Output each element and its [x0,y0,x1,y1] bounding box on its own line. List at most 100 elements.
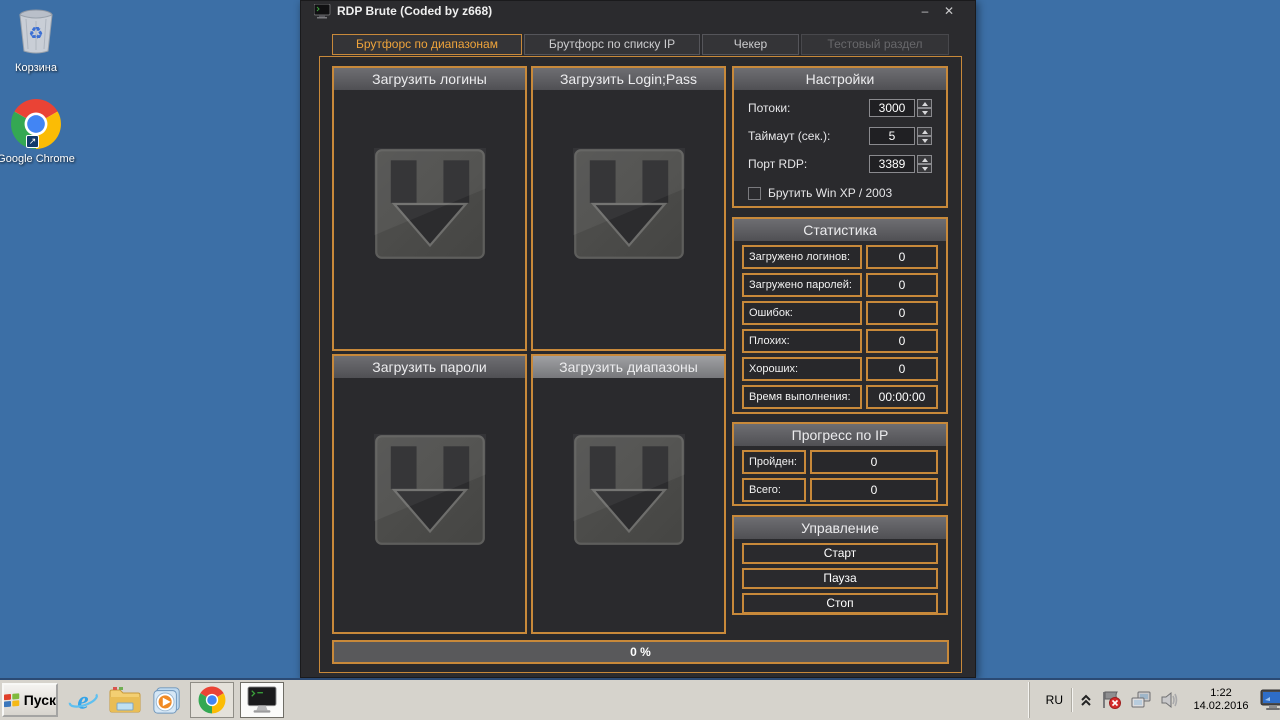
load-loginpass-droparea[interactable] [533,90,724,349]
overall-progress-bar: 0 % [332,640,949,664]
taskbar-chrome-button[interactable] [190,682,234,718]
ip-progress-label: Пройден: [742,450,806,474]
stop-button[interactable]: Стоп [742,593,938,614]
stat-label: Ошибок: [742,301,862,325]
recycle-symbol-icon: ♻ [28,24,44,43]
panel-load-loginpass: Загрузить Login;Pass [531,66,726,351]
stat-label: Загружено паролей: [742,273,862,297]
folder-icon [109,687,141,713]
download-icon [572,433,685,545]
tray-clock[interactable]: 1:22 14.02.2016 [1190,687,1252,713]
hide-icons-chevron-icon[interactable] [1080,693,1092,707]
minimize-button[interactable]: – [915,2,935,20]
timeout-label: Таймаут (сек.): [748,129,831,143]
stat-label: Хороших: [742,357,862,381]
tab-bar: Брутфорс по диапазонам Брутфорс по списк… [332,34,949,55]
brute-winxp-label: Брутить Win XP / 2003 [768,186,893,200]
network-status-icon[interactable] [1130,690,1152,710]
panel-load-logins: Загрузить логины [332,66,527,351]
start-button-label: Пуск [23,692,56,708]
statistics-header: Статистика [734,219,946,241]
spin-down-icon[interactable] [917,164,932,173]
tray-divider [1071,688,1072,712]
ip-progress-row: Пройден: 0 [742,450,938,474]
threads-input[interactable] [869,99,915,117]
desktop-icon-google-chrome[interactable]: ↗ Google Chrome [0,98,80,166]
spin-down-icon[interactable] [917,136,932,145]
panel-load-passwords: Загрузить пароли [332,354,527,634]
stat-row: Хороших: 0 [742,357,938,381]
load-logins-button[interactable]: Загрузить логины [334,68,525,90]
chrome-icon [198,686,226,714]
stat-label: Загружено логинов: [742,245,862,269]
desktop: ♻ Корзина ↗ Google Chrome RDP Brute (Cod… [0,0,1280,720]
spin-up-icon[interactable] [917,99,932,108]
desktop-icon-label: Корзина [15,62,57,74]
ip-progress-value: 0 [810,450,938,474]
svg-text:e: e [77,686,88,714]
load-ranges-button[interactable]: Загрузить диапазоны [533,356,724,378]
panel-statistics: Статистика Загружено логинов: 0 Загружено… [732,217,948,414]
panel-ip-progress: Прогресс по IP Пройден: 0 Всего: 0 [732,422,948,506]
spin-up-icon[interactable] [917,155,932,164]
panel-controls: Управление Старт Пауза Стоп [732,515,948,615]
stat-value: 0 [866,357,938,381]
title-bar[interactable]: RDP Brute (Coded by z668) – ✕ [301,1,975,23]
load-ranges-droparea[interactable] [533,378,724,632]
start-button[interactable]: Старт [742,543,938,564]
pause-button[interactable]: Пауза [742,568,938,589]
window-title: RDP Brute (Coded by z668) [337,4,493,18]
settings-header: Настройки [734,68,946,90]
media-player-icon [153,687,180,714]
controls-header: Управление [734,517,946,539]
taskbar-rdp-brute-button[interactable] [240,682,284,718]
threads-stepper [917,99,932,117]
tab-test-section: Тестовый раздел [801,34,949,55]
stat-value: 0 [866,245,938,269]
windows-logo-icon [4,693,20,708]
ip-progress-row: Всего: 0 [742,478,938,502]
tab-brute-ip-list[interactable]: Брутфорс по списку IP [524,34,700,55]
timeout-input[interactable] [869,127,915,145]
stat-label: Время выполнения: [742,385,862,409]
stat-row: Время выполнения: 00:00:00 [742,385,938,409]
stat-value: 0 [866,329,938,353]
stat-row: Загружено паролей: 0 [742,273,938,297]
internet-explorer-icon: e [68,686,98,714]
load-loginpass-button[interactable]: Загрузить Login;Pass [533,68,724,90]
threads-label: Потоки: [748,101,791,115]
desktop-icon-recycle-bin[interactable]: ♻ Корзина [0,8,80,75]
close-button[interactable]: ✕ [939,2,959,20]
taskbar: Пуск e RU 1:22 14.02.2016 [0,678,1280,720]
file-explorer-launcher[interactable] [108,683,142,717]
volume-icon[interactable] [1160,690,1180,710]
terminal-monitor-icon [247,686,277,713]
tab-brute-ranges[interactable]: Брутфорс по диапазонам [332,34,522,55]
stat-row: Загружено логинов: 0 [742,245,938,269]
ip-progress-label: Всего: [742,478,806,502]
rdp-port-label: Порт RDP: [748,157,808,171]
media-player-launcher[interactable] [150,683,184,717]
stat-value: 0 [866,301,938,325]
shortcut-arrow-icon: ↗ [26,135,39,148]
internet-explorer-launcher[interactable]: e [66,683,100,717]
language-indicator[interactable]: RU [1038,693,1071,707]
load-logins-droparea[interactable] [334,90,525,349]
spin-down-icon[interactable] [917,108,932,117]
spin-up-icon[interactable] [917,127,932,136]
download-icon [373,147,486,259]
display-monitor-icon[interactable] [1260,689,1280,711]
tab-checker[interactable]: Чекер [702,34,799,55]
rdp-port-stepper [917,155,932,173]
load-passwords-droparea[interactable] [334,378,525,632]
stat-row: Ошибок: 0 [742,301,938,325]
download-icon [572,147,685,259]
tray-date: 14.02.2016 [1193,700,1249,712]
start-menu-button[interactable]: Пуск [2,683,58,717]
brute-winxp-checkbox[interactable] [748,186,761,200]
load-passwords-button[interactable]: Загрузить пароли [334,356,525,378]
security-alert-icon[interactable] [1100,690,1122,710]
rdp-port-input[interactable] [869,155,915,173]
desktop-icon-label: Google Chrome [0,153,75,165]
ip-progress-value: 0 [810,478,938,502]
